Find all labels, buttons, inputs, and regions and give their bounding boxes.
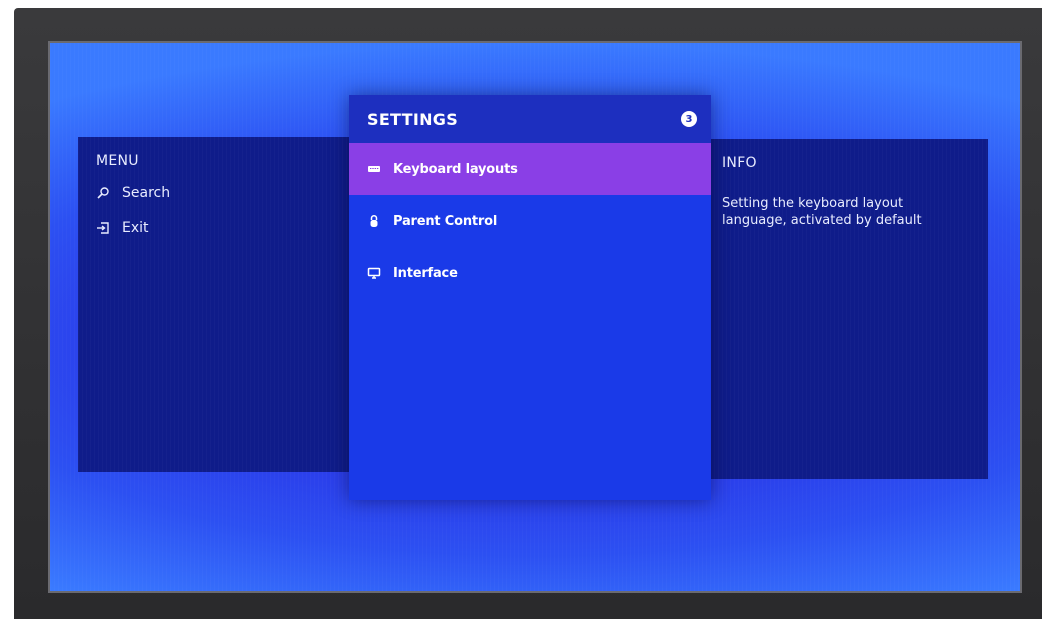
settings-count-badge: 3 xyxy=(681,111,697,127)
exit-icon xyxy=(96,221,110,235)
info-description: Setting the keyboard layout language, ac… xyxy=(722,196,922,228)
menu-item-label: Search xyxy=(122,185,171,201)
search-icon xyxy=(96,186,110,200)
settings-item-label: Parent Control xyxy=(393,213,498,229)
menu-item-label: Exit xyxy=(122,220,149,236)
settings-item-parent-control[interactable]: Parent Control xyxy=(349,195,711,247)
keyboard-icon xyxy=(367,162,381,176)
lock-icon xyxy=(367,214,381,228)
settings-item-label: Keyboard layouts xyxy=(393,161,518,177)
menu-heading: MENU xyxy=(96,153,139,169)
settings-header: SETTINGS 3 xyxy=(349,95,711,143)
info-heading: INFO xyxy=(722,155,757,171)
info-panel: INFO Setting the keyboard layout languag… xyxy=(708,139,988,479)
settings-title: SETTINGS xyxy=(367,109,459,129)
monitor-icon xyxy=(367,266,381,280)
menu-item-search[interactable]: Search xyxy=(96,182,353,204)
menu-item-exit[interactable]: Exit xyxy=(96,217,353,239)
settings-item-label: Interface xyxy=(393,265,458,281)
settings-panel: SETTINGS 3 Keyboard layouts Parent Contr… xyxy=(349,95,711,500)
settings-list: Keyboard layouts Parent Control Interfac… xyxy=(349,143,711,299)
settings-item-interface[interactable]: Interface xyxy=(349,247,711,299)
settings-item-keyboard-layouts[interactable]: Keyboard layouts xyxy=(349,143,711,195)
menu-panel: MENU Search Exit xyxy=(78,137,353,472)
tv-screen: MENU Search Exit SETTINGS 3 Keyboard lay… xyxy=(48,41,1022,593)
